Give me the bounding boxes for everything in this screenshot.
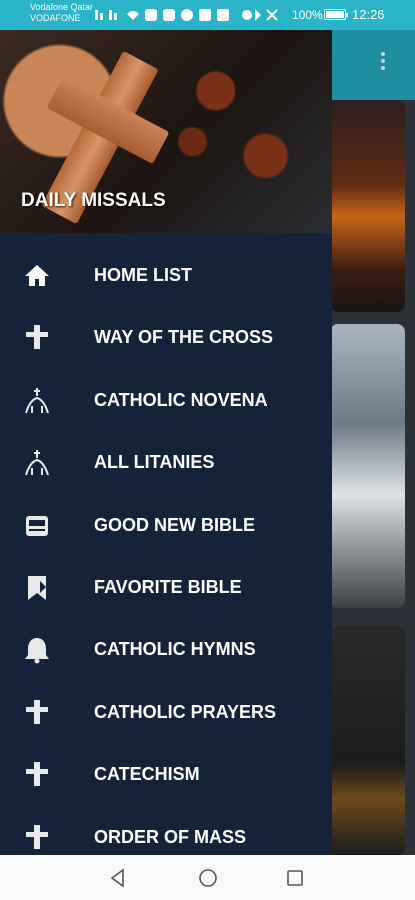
menu-item-catechism[interactable]: CATECHISM <box>0 744 332 806</box>
menu-item-label: WAY OF THE CROSS <box>94 327 274 348</box>
altar-icon <box>25 387 49 414</box>
back-icon[interactable] <box>107 867 129 889</box>
cross-icon <box>26 762 48 787</box>
status-icons <box>95 8 285 25</box>
menu-item-label: ORDER OF MASS <box>94 826 247 847</box>
cross-icon <box>26 824 48 849</box>
altar-icon <box>25 450 49 476</box>
drawer-header: DAILY MISSALS <box>0 30 332 233</box>
drawer-menu: HOME LIST WAY OF THE CROSS CATHOLIC NOVE… <box>0 245 332 855</box>
cross-icon <box>26 699 48 724</box>
clock: 12:26 <box>352 7 385 22</box>
menu-item-label: CATHOLIC HYMNS <box>94 639 256 660</box>
menu-item-catholic-hymns[interactable]: CATHOLIC HYMNS <box>0 619 332 681</box>
carrier-name: Vodafone Qatar VODAFONE <box>30 2 93 24</box>
content-card[interactable] <box>330 100 405 312</box>
battery-icon <box>324 9 348 20</box>
system-navigation-bar <box>0 855 415 900</box>
menu-item-catholic-novena[interactable]: CATHOLIC NOVENA <box>0 370 332 432</box>
bookmark-bible-icon <box>28 575 46 600</box>
battery-percentage: 100% <box>292 8 323 22</box>
menu-item-label: ALL LITANIES <box>94 452 215 473</box>
overflow-menu-icon[interactable] <box>381 52 385 72</box>
menu-item-label: GOOD NEW BIBLE <box>94 514 255 535</box>
menu-item-label: CATECHISM <box>94 764 200 785</box>
menu-item-way-of-the-cross[interactable]: WAY OF THE CROSS <box>0 307 332 369</box>
menu-item-home-list[interactable]: HOME LIST <box>0 245 332 307</box>
carrier-line-1: Vodafone Qatar <box>30 2 94 12</box>
home-circle-icon[interactable] <box>197 867 219 889</box>
menu-item-all-litanies[interactable]: ALL LITANIES <box>0 432 332 494</box>
cross-icon <box>26 325 48 350</box>
bell-icon <box>25 638 49 664</box>
menu-item-catholic-prayers[interactable]: CATHOLIC PRAYERS <box>0 682 332 744</box>
menu-item-favorite-bible[interactable]: FAVORITE BIBLE <box>0 557 332 619</box>
notification-icons <box>95 9 278 21</box>
bible-icon <box>26 515 48 536</box>
status-bar: Vodafone Qatar VODAFONE 100% 12:26 <box>0 0 415 30</box>
carrier-line-2: VODAFONE <box>30 13 81 23</box>
menu-item-label: CATHOLIC PRAYERS <box>94 701 277 722</box>
navigation-drawer: DAILY MISSALS HOME LIST WAY OF THE CROSS… <box>0 30 332 855</box>
recent-apps-icon[interactable] <box>284 867 306 889</box>
menu-item-label: HOME LIST <box>94 265 192 285</box>
drawer-header-title: DAILY MISSALS <box>21 190 166 211</box>
menu-item-label: FAVORITE BIBLE <box>94 576 242 597</box>
menu-item-order-of-mass[interactable]: ORDER OF MASS <box>0 807 332 855</box>
menu-item-label: CATHOLIC NOVENA <box>94 389 268 410</box>
content-card[interactable] <box>330 626 405 856</box>
content-card[interactable] <box>330 324 405 608</box>
home-icon <box>25 265 49 286</box>
app-toolbar <box>330 30 415 100</box>
menu-item-good-new-bible[interactable]: GOOD NEW BIBLE <box>0 495 332 557</box>
